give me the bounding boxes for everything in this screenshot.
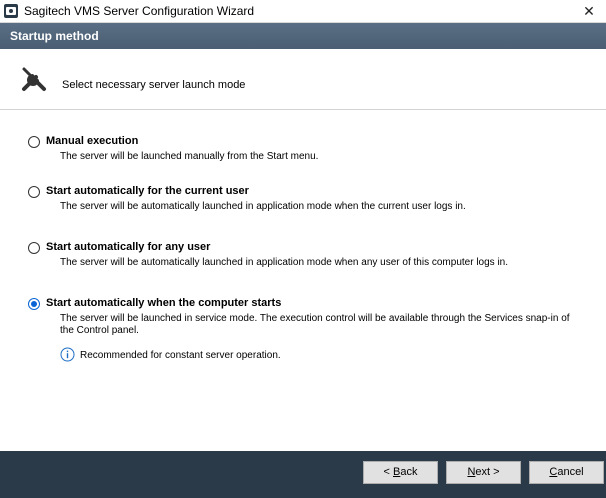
back-prefix: < xyxy=(383,466,393,478)
close-button[interactable]: ✕ xyxy=(572,0,606,22)
option-description: The server will be launched manually fro… xyxy=(60,151,319,162)
wizard-header: Startup method xyxy=(0,23,606,49)
page-title: Startup method xyxy=(10,29,99,43)
radio-computer-start[interactable] xyxy=(28,298,40,310)
radio-manual[interactable] xyxy=(28,136,40,148)
option-label[interactable]: Start automatically for the current user xyxy=(46,185,249,197)
wizard-subheader: Select necessary server launch mode xyxy=(0,49,606,110)
tools-icon xyxy=(20,65,48,96)
radio-any-user[interactable] xyxy=(28,242,40,254)
recommendation-text: Recommended for constant server operatio… xyxy=(80,350,281,361)
back-button[interactable]: < Back xyxy=(363,461,438,484)
app-icon xyxy=(4,4,18,18)
title-bar: Sagitech VMS Server Configuration Wizard… xyxy=(0,0,606,23)
cancel-button[interactable]: Cancel xyxy=(529,461,604,484)
info-icon xyxy=(60,347,75,365)
next-rest: ext > xyxy=(475,466,500,478)
cancel-rest: ancel xyxy=(557,466,584,478)
option-description: The server will be automatically launche… xyxy=(60,201,466,212)
back-rest: ack xyxy=(400,466,418,478)
radio-current-user[interactable] xyxy=(28,186,40,198)
option-label[interactable]: Start automatically for any user xyxy=(46,241,210,253)
option-description: The server will be automatically launche… xyxy=(60,257,509,268)
subheader-text: Select necessary server launch mode xyxy=(62,79,246,91)
option-label[interactable]: Start automatically when the computer st… xyxy=(46,297,281,309)
window-title: Sagitech VMS Server Configuration Wizard xyxy=(24,4,255,18)
option-label[interactable]: Manual execution xyxy=(46,135,138,147)
next-button[interactable]: Next > xyxy=(446,461,521,484)
option-description: The server will be launched in service m… xyxy=(60,313,570,336)
wizard-footer: < Back Next > Cancel xyxy=(0,451,606,498)
